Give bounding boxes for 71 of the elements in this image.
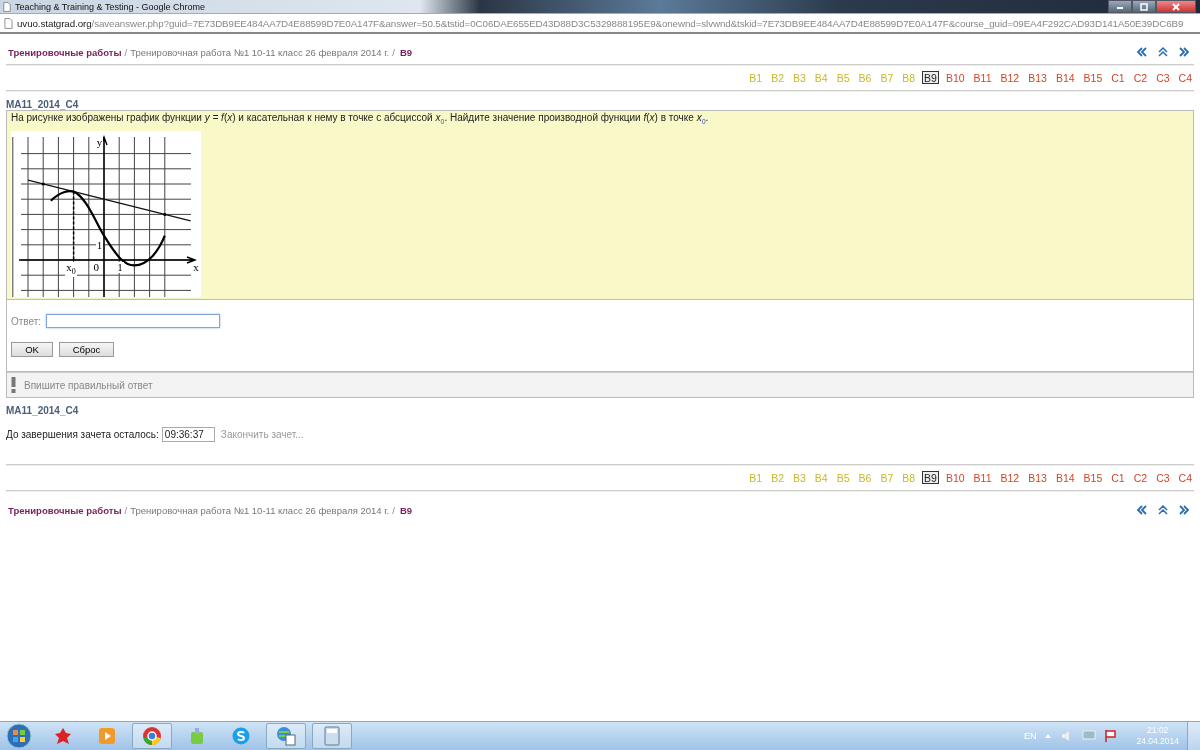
question-link[interactable]: B12 [998, 71, 1022, 84]
breadcrumb-current[interactable]: B9 [399, 46, 413, 58]
exclamation-icon [11, 377, 16, 393]
ok-button[interactable]: OK [11, 342, 53, 357]
question-link[interactable]: C2 [1131, 71, 1150, 84]
breadcrumb-separator: / [124, 504, 128, 516]
question-link[interactable]: B14 [1053, 71, 1077, 84]
question-text: На рисунке изображены график функции y = f(x) и касательная к нему в точке с абсциссой x$_{0}$. Найдите значение производной функции f(x) в точке x$_{0}$. [11, 112, 710, 125]
breadcrumb-separator: / [392, 46, 395, 58]
question-link[interactable]: B15 [1081, 471, 1105, 484]
breadcrumb-separator: / [124, 46, 128, 58]
question-link[interactable]: B12 [998, 471, 1022, 484]
globe-checklist-icon[interactable] [266, 723, 306, 749]
address-bar[interactable] [0, 13, 1200, 34]
timer-field: 09:36:37 [161, 427, 215, 442]
axis-label: x$_{0}$ [65, 262, 77, 278]
answer-label: Ответ: [11, 315, 42, 327]
answer-field[interactable] [46, 314, 221, 328]
question-link[interactable]: C3 [1154, 71, 1172, 84]
axis-label: 1 [116, 262, 124, 274]
question-link[interactable]: B9 [922, 471, 939, 484]
question-link[interactable]: C2 [1131, 471, 1150, 484]
question-link[interactable]: C4 [1176, 471, 1194, 484]
breadcrumb-link[interactable]: Тренировочная работа №1 10-11 класс 26 февраля 2014 г. [130, 504, 390, 516]
start-button[interactable] [6, 723, 32, 749]
axis-label: 1 [95, 240, 104, 252]
question-link[interactable]: B14 [1053, 471, 1077, 484]
question-link[interactable]: B11 [971, 71, 994, 84]
finish-link[interactable]: Закончить зачет... [220, 429, 304, 440]
question-link[interactable]: C1 [1109, 471, 1127, 484]
question-link[interactable]: B11 [971, 471, 994, 484]
question-link[interactable]: C3 [1154, 471, 1172, 484]
up-icon[interactable] [1158, 504, 1168, 516]
breadcrumb-link[interactable]: Тренировочные работы [8, 504, 122, 516]
breadcrumb-current[interactable]: B9 [399, 504, 413, 516]
question-link[interactable]: C1 [1109, 71, 1127, 84]
url-text: uvuo.statgrad.org/saveanswer.php?guid=7E73DB9EE484AA7D4E88599D7E0A147F&answer=50.5&tstid=0C06DAE655ED43D88D3C5329888195E9&onewnd=slvwnd&tskid=7E73DB9EE484AA7D4E88599D7E0A147F&course_guid=09EA4F292CAD93D141A50E39DC6B9 [17, 17, 1184, 29]
axis-label: 0 [92, 262, 101, 274]
question-link[interactable]: C4 [1176, 71, 1194, 84]
flag-icon[interactable] [1104, 729, 1119, 743]
previous-icon[interactable] [1136, 47, 1148, 57]
up-icon[interactable] [1158, 46, 1168, 58]
page-icon [3, 1, 11, 12]
breadcrumb-link[interactable]: Тренировочная работа №1 10-11 класс 26 февраля 2014 г. [130, 46, 390, 58]
next-icon[interactable] [1178, 47, 1190, 57]
question-link[interactable]: B13 [1026, 71, 1049, 84]
breadcrumb-link[interactable]: Тренировочные работы [8, 46, 122, 58]
close-icon [1171, 2, 1181, 11]
timer-label: До завершения зачета осталось: [6, 429, 159, 440]
reset-button[interactable]: Сброс [59, 342, 114, 357]
window-title: Teaching & Training & Testing - Google Chrome [15, 1, 205, 12]
question-link[interactable]: B13 [1026, 471, 1049, 484]
page-icon [4, 17, 13, 29]
browser-icon[interactable] [132, 723, 172, 749]
calculator-icon[interactable] [312, 723, 352, 749]
maximize-button[interactable] [1132, 0, 1156, 13]
axis-label: y [95, 136, 104, 148]
question-link[interactable]: B10 [943, 471, 967, 484]
question-link[interactable]: B10 [943, 71, 967, 84]
next-icon[interactable] [1178, 505, 1190, 515]
minimize-button[interactable] [1108, 0, 1132, 13]
maximize-icon [1139, 2, 1149, 11]
task-id: MA11_2014_C4 [6, 405, 80, 416]
question-link[interactable]: B9 [922, 71, 939, 84]
question-link[interactable]: B15 [1081, 71, 1105, 84]
task-id: MA11_2014_C4 [6, 99, 80, 110]
hint-text: Впишите правильный ответ [24, 379, 153, 391]
show-desktop-button[interactable] [1187, 722, 1200, 750]
close-button[interactable] [1156, 0, 1196, 13]
previous-icon[interactable] [1136, 505, 1148, 515]
breadcrumb-separator: / [392, 504, 395, 516]
